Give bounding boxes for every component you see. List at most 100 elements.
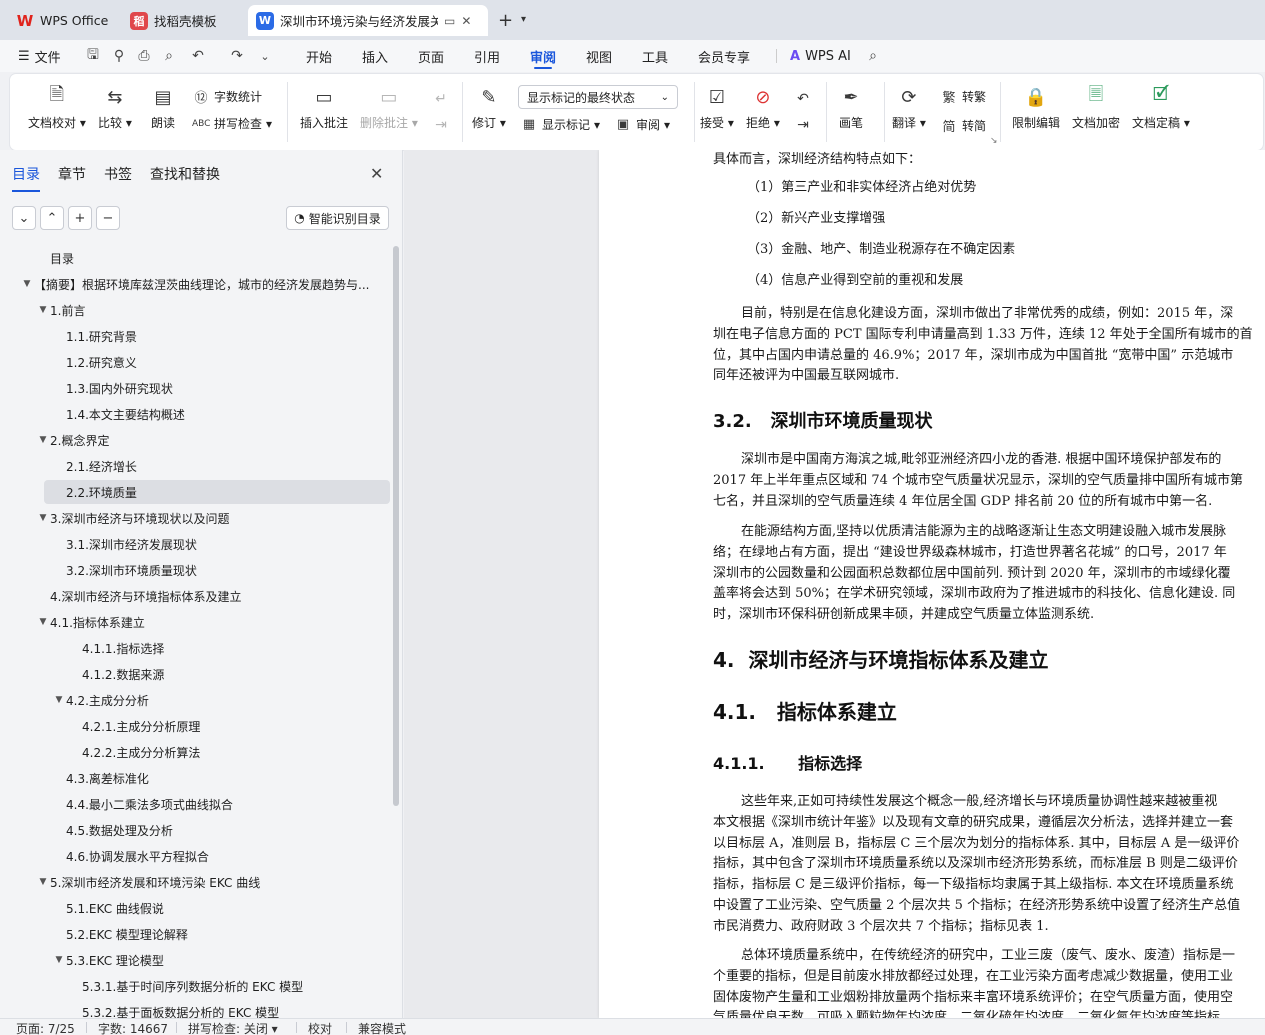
toc-item[interactable]: 4.4.最小二乘法多项式曲线拟合 xyxy=(0,792,390,816)
menu-tools[interactable]: 工具 xyxy=(642,40,668,72)
nav-tab-find-replace[interactable]: 查找和替换 xyxy=(150,164,220,192)
toc-item[interactable]: ▼ 2.概念界定 xyxy=(0,428,390,452)
spell-check-status[interactable]: 拼写检查: 关闭 ▾ xyxy=(188,1020,278,1035)
review-pane-button[interactable]: ▣ 审阅 ▾ xyxy=(614,116,670,133)
prev-comment-button[interactable]: ↵ xyxy=(428,86,454,112)
word-count-button[interactable]: ⑫ 字数统计 xyxy=(192,87,262,106)
track-changes-button[interactable]: ✎ 修订 ▾ xyxy=(472,84,506,131)
toc-item[interactable]: ▼ 4.1.指标体系建立 xyxy=(0,610,390,634)
toc-item[interactable]: ▼ 5.3.EKC 理论模型 xyxy=(0,948,390,972)
toc-item[interactable]: 4.3.离差标准化 xyxy=(0,766,390,790)
insert-comment-button[interactable]: ▭ 插入批注 xyxy=(300,84,348,131)
doc-encrypt-button[interactable]: 🗏 文档加密 xyxy=(1072,84,1120,131)
toc-item[interactable]: ▼ 3.深圳市经济与环境现状以及问题 xyxy=(0,506,390,530)
toc-item[interactable]: 4.5.数据处理及分析 xyxy=(0,818,390,842)
toc-item[interactable]: 4.深圳市经济与环境指标体系及建立 xyxy=(0,584,390,608)
toc-scrollbar[interactable] xyxy=(393,246,399,806)
chevron-down-icon[interactable]: ▾ xyxy=(521,14,526,25)
toc-item[interactable]: 1.1.研究背景 xyxy=(0,324,390,348)
toc-item[interactable]: 4.2.2.主成分分析算法 xyxy=(0,740,390,764)
search-icon[interactable]: ⌕ xyxy=(864,47,882,65)
print-preview-icon[interactable]: ⌕ xyxy=(160,47,178,65)
to-simplified-button[interactable]: 简 转简 xyxy=(940,116,986,135)
menu-review[interactable]: 审阅 xyxy=(530,40,556,72)
toc-item[interactable]: 4.2.1.主成分分析原理 xyxy=(0,714,390,738)
tab-wps-office[interactable]: W WPS Office xyxy=(8,5,116,36)
word-count-status[interactable]: 字数: 14667 xyxy=(98,1020,168,1035)
menu-page[interactable]: 页面 xyxy=(418,40,444,72)
compare-button[interactable]: ⇆ 比较 ▾ xyxy=(98,84,132,131)
expand-toggle-icon[interactable]: ▼ xyxy=(36,513,50,523)
toc-item[interactable]: 5.1.EKC 曲线假说 xyxy=(0,896,390,920)
nav-tab-sections[interactable]: 章节 xyxy=(58,164,86,192)
toc-item[interactable]: 5.3.1.基于时间序列数据分析的 EKC 模型 xyxy=(0,974,390,998)
monitor-icon[interactable]: ▭ xyxy=(444,14,455,28)
file-menu[interactable]: ☰ 文件 xyxy=(18,40,61,72)
menu-reference[interactable]: 引用 xyxy=(474,40,500,72)
pen-button[interactable]: ✒ 画笔 xyxy=(838,84,864,131)
collapse-down-button[interactable]: ⌄ xyxy=(12,206,36,230)
remove-heading-button[interactable]: − xyxy=(96,206,120,230)
markup-state-select[interactable]: 显示标记的最终状态 ⌄ xyxy=(518,85,678,109)
undo-icon[interactable]: ↶ xyxy=(189,47,207,65)
expand-icon[interactable]: ↘ xyxy=(990,136,998,146)
show-markup-button[interactable]: ▦ 显示标记 ▾ xyxy=(520,116,600,133)
expand-toggle-icon[interactable]: ▼ xyxy=(36,617,50,627)
toc-item[interactable]: 1.4.本文主要结构概述 xyxy=(0,402,390,426)
print-icon[interactable]: ⎙ xyxy=(135,47,153,65)
toc-item[interactable]: ▼ 4.2.主成分分析 xyxy=(0,688,390,712)
toc-item[interactable]: 目录 xyxy=(0,246,390,270)
next-change-button[interactable]: ⇥ xyxy=(790,112,816,138)
doc-finalize-button[interactable]: 🗹 文档定稿 ▾ xyxy=(1132,84,1190,131)
toc-item[interactable]: 1.2.研究意义 xyxy=(0,350,390,374)
prev-change-button[interactable]: ↶ xyxy=(790,86,816,112)
proof-status[interactable]: 校对 xyxy=(308,1020,332,1035)
read-aloud-button[interactable]: ▤ 朗读 xyxy=(150,84,176,131)
nav-tab-toc[interactable]: 目录 xyxy=(12,164,40,192)
wps-ai-button[interactable]: A WPS AI xyxy=(790,40,851,72)
reject-button[interactable]: ⊘ 拒绝 ▾ xyxy=(746,84,780,131)
expand-toggle-icon[interactable]: ▼ xyxy=(52,955,66,965)
to-traditional-button[interactable]: 繁 转繁 xyxy=(940,87,986,106)
toc-item[interactable]: 5.2.EKC 模型理论解释 xyxy=(0,922,390,946)
translate-button[interactable]: ⟳ 翻译 ▾ xyxy=(892,84,926,131)
next-comment-button[interactable]: ⇥ xyxy=(428,112,454,138)
save-icon[interactable]: 🖫 xyxy=(84,47,102,65)
expand-toggle-icon[interactable]: ▼ xyxy=(36,435,50,445)
toc-item[interactable]: 4.6.协调发展水平方程拟合 xyxy=(0,844,390,868)
menu-view[interactable]: 视图 xyxy=(586,40,612,72)
toc-item[interactable]: 2.1.经济增长 xyxy=(0,454,390,478)
close-icon[interactable]: ✕ xyxy=(370,164,383,183)
tab-current-document[interactable]: W 深圳市环境污染与经济发展关系 ▭ ✕ xyxy=(248,5,488,36)
toc-item[interactable]: 2.2.环境质量 xyxy=(44,480,390,504)
toc-item[interactable]: 3.1.深圳市经济发展现状 xyxy=(0,532,390,556)
tab-docer-templates[interactable]: 稻 找稻壳模板 xyxy=(122,5,242,36)
close-icon[interactable]: ✕ xyxy=(461,14,471,28)
chevron-down-icon[interactable]: ⌄ xyxy=(256,47,274,65)
restrict-edit-button[interactable]: 🔒 限制编辑 xyxy=(1012,84,1060,131)
expand-toggle-icon[interactable]: ▼ xyxy=(52,695,66,705)
new-tab-button[interactable]: + xyxy=(498,10,513,31)
toc-item[interactable]: 4.1.2.数据来源 xyxy=(0,662,390,686)
menu-start[interactable]: 开始 xyxy=(306,40,332,72)
toc-item[interactable]: 5.3.2.基于面板数据分析的 EKC 模型 xyxy=(0,1000,390,1019)
toc-item[interactable]: 4.1.1.指标选择 xyxy=(0,636,390,660)
collapse-up-button[interactable]: ⌃ xyxy=(40,206,64,230)
expand-toggle-icon[interactable]: ▼ xyxy=(20,279,34,289)
add-heading-button[interactable]: + xyxy=(68,206,92,230)
menu-insert[interactable]: 插入 xyxy=(362,40,388,72)
accept-button[interactable]: ☑ 接受 ▾ xyxy=(700,84,734,131)
toc-item[interactable]: ▼ 5.深圳市经济发展和环境污染 EKC 曲线 xyxy=(0,870,390,894)
menu-member[interactable]: 会员专享 xyxy=(698,40,750,72)
toc-item[interactable]: ▼ 1.前言 xyxy=(0,298,390,322)
smart-toc-button[interactable]: ◔ 智能识别目录 xyxy=(286,206,389,230)
share-icon[interactable]: ⚲ xyxy=(110,47,128,65)
expand-toggle-icon[interactable]: ▼ xyxy=(36,305,50,315)
redo-icon[interactable]: ↷ xyxy=(228,47,246,65)
toc-item[interactable]: 3.2.深圳市环境质量现状 xyxy=(0,558,390,582)
delete-comment-button[interactable]: ▭ 删除批注 ▾ xyxy=(360,84,418,131)
expand-toggle-icon[interactable]: ▼ xyxy=(36,877,50,887)
doc-proof-button[interactable]: 🗎 文档校对 ▾ xyxy=(28,84,86,131)
toc-item[interactable]: ▼ 【摘要】根据环境库兹涅茨曲线理论，城市的经济发展趋势与... xyxy=(0,272,390,296)
toc-item[interactable]: 1.3.国内外研究现状 xyxy=(0,376,390,400)
